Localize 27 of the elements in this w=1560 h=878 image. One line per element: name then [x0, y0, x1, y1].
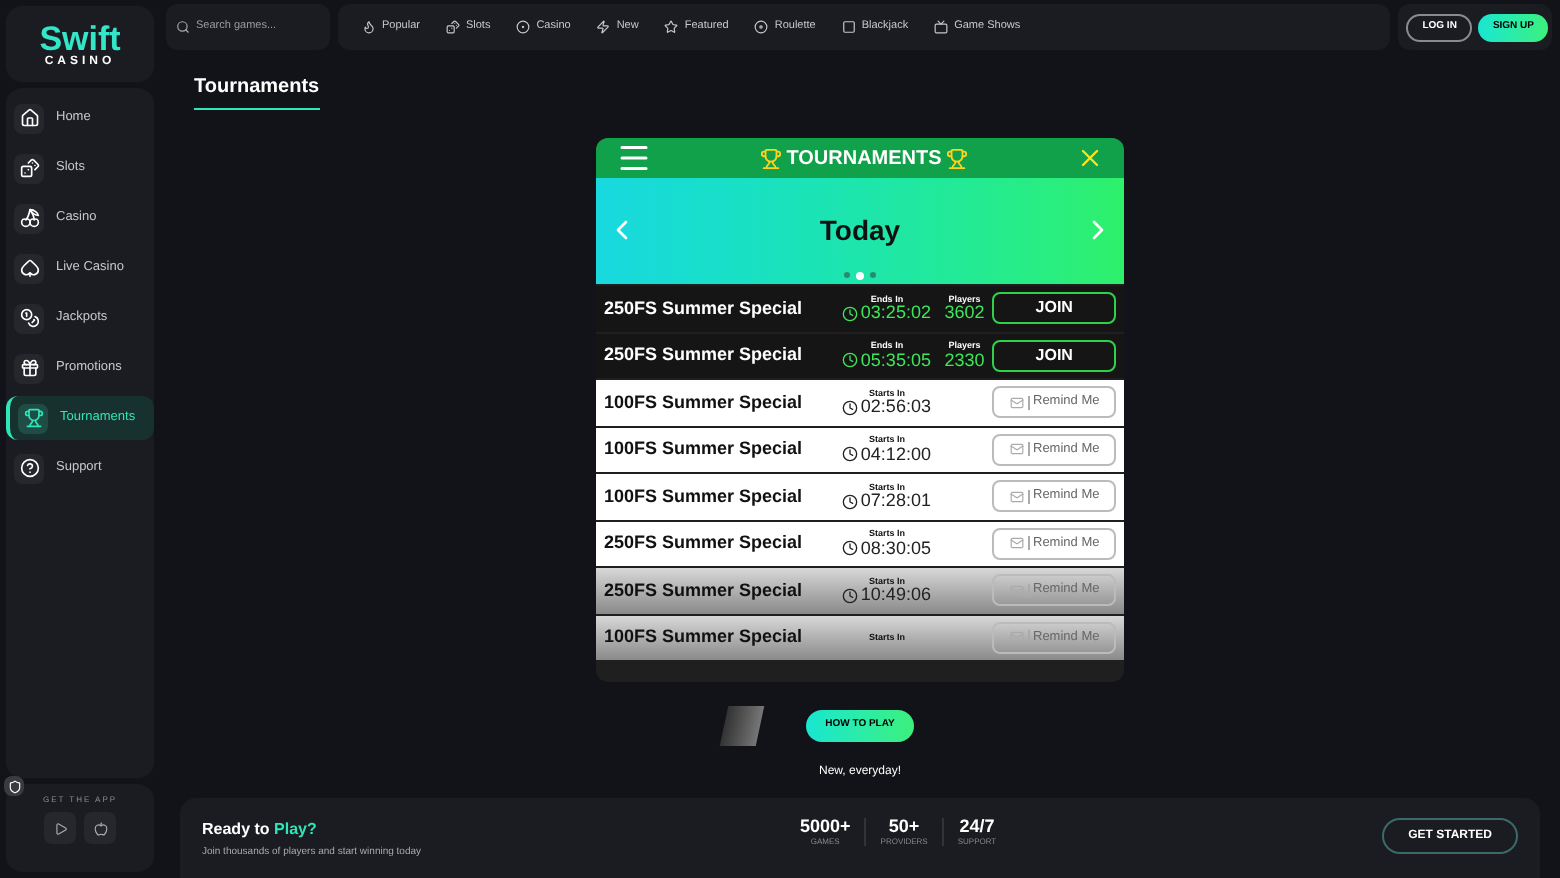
stat-value: 5000+ [800, 818, 851, 836]
widget-title: TOURNAMENTS [786, 145, 942, 173]
banner-title: Today [819, 212, 901, 250]
timer: 10:49:06 [842, 586, 931, 604]
stat-value: 50+ [888, 818, 920, 836]
timer: 08:30:05 [842, 539, 931, 557]
tournament-name: 250FS Summer Special [604, 295, 805, 322]
tournament-name: 250FS Summer Special [604, 577, 805, 604]
timer: 04:12:00 [842, 445, 931, 463]
tournament-name: 250FS Summer Special [604, 530, 805, 556]
cta-title: Ready to Play? [202, 818, 319, 842]
join-button[interactable]: JOIN [992, 339, 1116, 372]
timer: 07:28:01 [842, 492, 931, 510]
timer: 05:35:05 [842, 351, 931, 369]
timer: 02:56:03 [842, 398, 931, 416]
page-title: Tournaments [194, 72, 320, 110]
players-count: 3602 [944, 304, 985, 322]
players-count: 2330 [944, 351, 985, 369]
tournament-name: 250FS Summer Special [604, 342, 805, 368]
tournament-name: 100FS Summer Special [604, 436, 805, 462]
tournament-name: 100FS Summer Special [604, 624, 805, 650]
logo-wordmark: Swift [39, 21, 121, 55]
tournament-name: 100FS Summer Special [604, 483, 805, 510]
stat-value: 24/7 [959, 818, 995, 836]
tournament-name: 100FS Summer Special [604, 389, 805, 416]
join-button[interactable]: JOIN [992, 292, 1116, 325]
timer: 03:25:02 [842, 304, 931, 322]
